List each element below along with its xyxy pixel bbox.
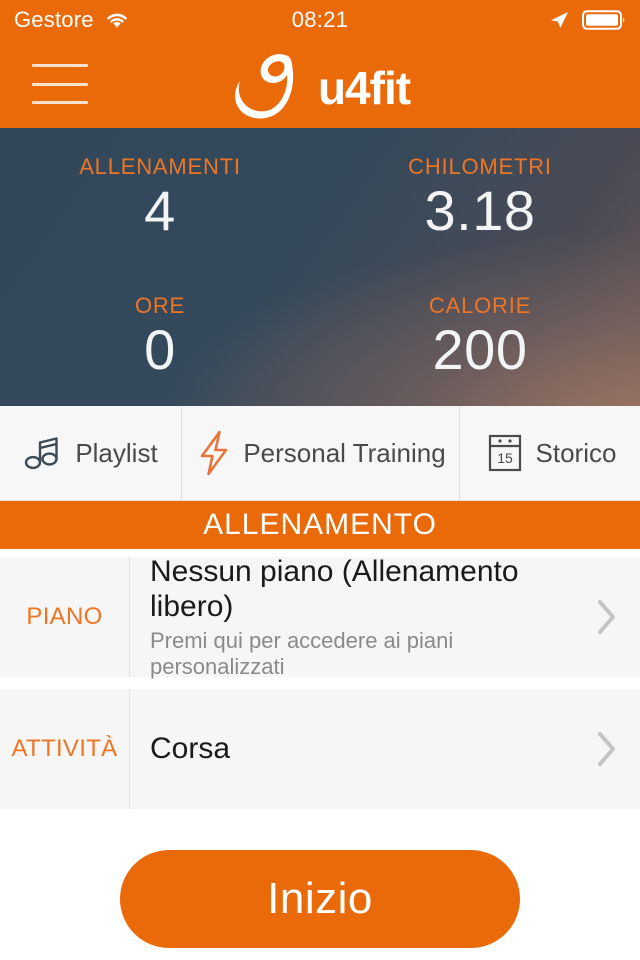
stat-label: ORE — [134, 293, 186, 319]
stat-label: CALORIE — [428, 293, 532, 319]
row-key-label: ATTIVITÀ — [0, 689, 130, 809]
row-attivita[interactable]: ATTIVITÀ Corsa — [0, 689, 640, 809]
row-body: Nessun piano (Allenamento libero) Premi … — [130, 555, 640, 679]
tab-playlist[interactable]: Playlist — [0, 406, 181, 500]
stat-value: 4 — [144, 179, 176, 243]
tab-label: Playlist — [75, 437, 158, 468]
form-rows: PIANO Nessun piano (Allenamento libero) … — [0, 549, 640, 809]
chevron-right-icon — [596, 598, 618, 636]
stat-label: ALLENAMENTI — [79, 154, 241, 180]
stat-value: 200 — [432, 318, 528, 382]
stat-ore: ORE 0 — [0, 293, 320, 380]
hamburger-line — [32, 82, 88, 86]
app-screen: Gestore 08:21 u4fit ALLENAMENTI 4 CHILOM… — [0, 0, 640, 960]
status-bar: Gestore 08:21 — [0, 0, 640, 40]
row-key-label: PIANO — [0, 557, 130, 677]
calendar-day-label: 15 — [497, 450, 513, 466]
lightning-bolt-icon — [195, 429, 233, 477]
row-title: Nessun piano (Allenamento libero) — [150, 555, 519, 623]
music-notes-icon — [23, 432, 65, 474]
stat-chilometri: CHILOMETRI 3.18 — [320, 154, 640, 241]
tab-storico[interactable]: 15 Storico — [460, 406, 640, 500]
calendar-icon: 15 — [484, 431, 526, 475]
tab-personal-training[interactable]: Personal Training — [181, 406, 460, 500]
section-header-allenamento: ALLENAMENTO — [0, 501, 640, 549]
status-bar-right — [548, 9, 626, 31]
app-logo-text: u4fit — [317, 62, 411, 114]
row-body: Corsa — [130, 689, 640, 809]
battery-icon — [582, 9, 626, 31]
tab-bar: Playlist Personal Training 15 Storico — [0, 406, 640, 501]
location-arrow-icon — [548, 9, 570, 31]
row-piano[interactable]: PIANO Nessun piano (Allenamento libero) … — [0, 555, 640, 679]
row-title: Corsa — [150, 731, 231, 765]
stat-label: CHILOMETRI — [408, 154, 552, 180]
stats-grid: ALLENAMENTI 4 CHILOMETRI 3.18 ORE 0 CALO… — [0, 128, 640, 406]
u4fit-swoosh-logo-icon — [230, 50, 316, 122]
stat-value: 0 — [144, 318, 176, 382]
app-logo: u4fit — [230, 50, 411, 122]
start-button[interactable]: Inizio — [120, 850, 520, 948]
stat-calorie: CALORIE 200 — [320, 293, 640, 380]
hamburger-line — [32, 64, 88, 67]
clock-label: 08:21 — [291, 7, 349, 32]
stat-allenamenti: ALLENAMENTI 4 — [0, 154, 320, 241]
row-subtitle: Premi qui per accedere ai piani personal… — [150, 628, 454, 679]
hamburger-menu-icon[interactable] — [32, 64, 88, 104]
tab-label: Storico — [535, 437, 617, 468]
chevron-right-icon — [596, 730, 618, 768]
stat-value: 3.18 — [424, 179, 536, 243]
tab-label: Personal Training — [243, 437, 446, 468]
navigation-bar: u4fit — [0, 40, 640, 128]
hamburger-line — [32, 101, 88, 104]
stats-panel: ALLENAMENTI 4 CHILOMETRI 3.18 ORE 0 CALO… — [0, 128, 640, 406]
start-button-container: Inizio — [0, 850, 640, 948]
